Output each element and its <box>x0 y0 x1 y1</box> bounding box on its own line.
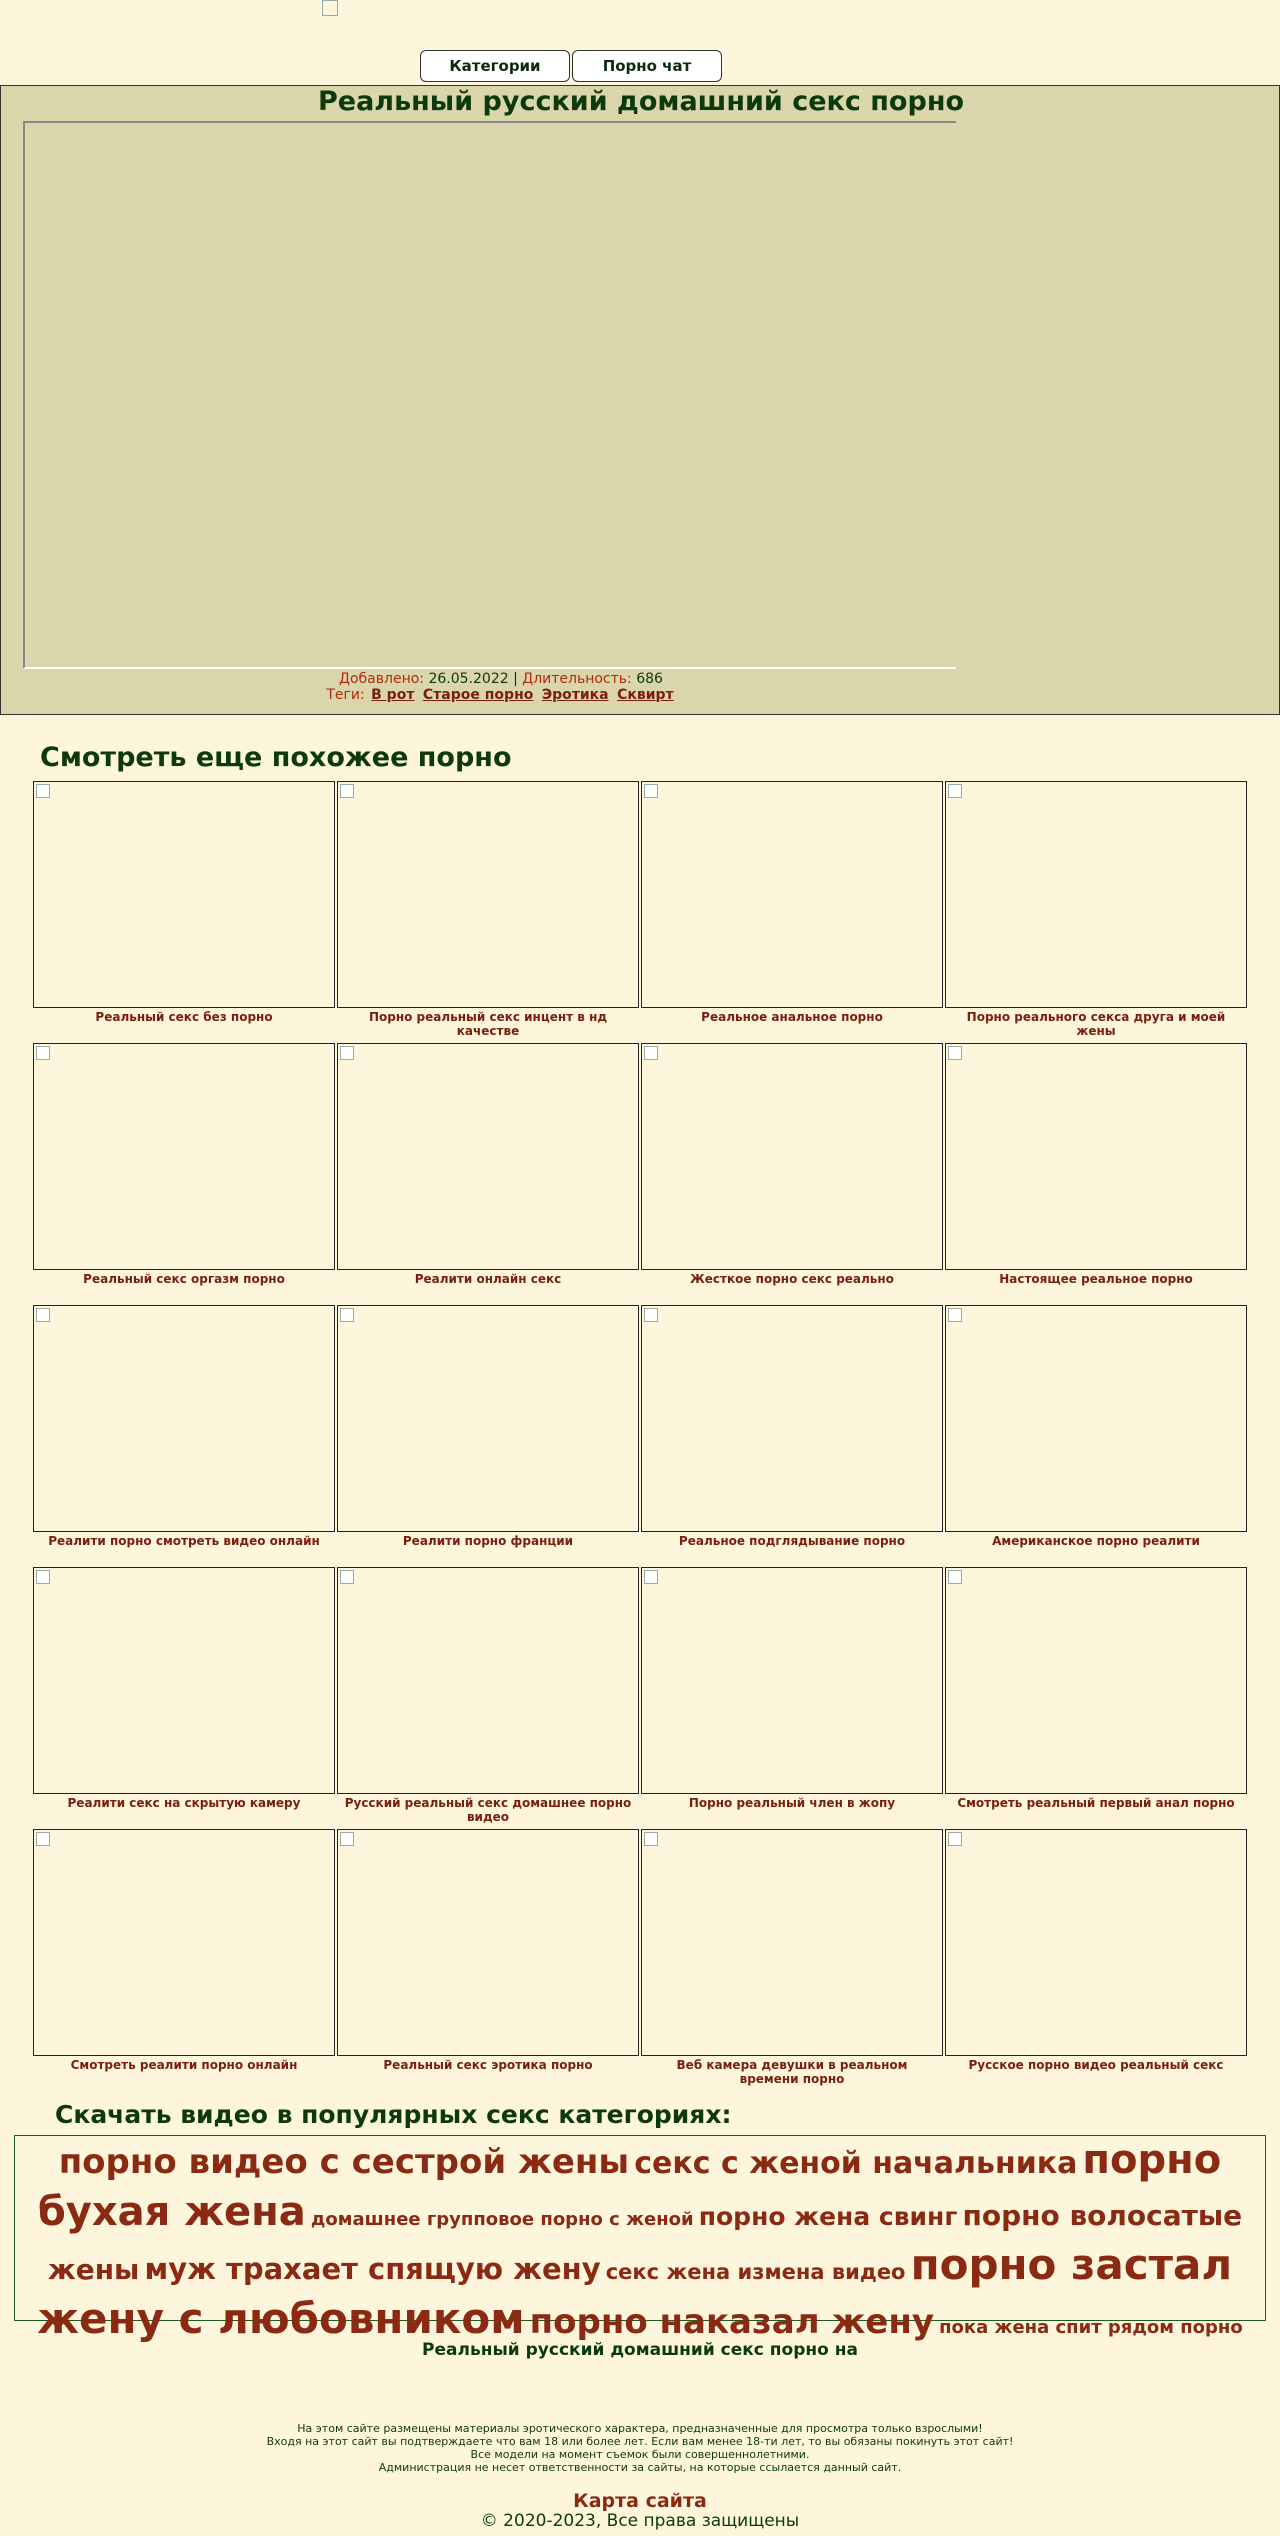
broken-image-icon <box>340 784 354 798</box>
porno-chat-button[interactable]: Порно чат <box>572 50 722 82</box>
category-tag-link[interactable]: пока жена спит рядом порно <box>939 2317 1243 2338</box>
video-thumbnail[interactable] <box>337 781 639 1008</box>
video-thumbnail[interactable] <box>337 1043 639 1270</box>
broken-image-icon <box>340 1308 354 1322</box>
broken-image-icon <box>644 784 658 798</box>
video-caption-link[interactable]: Реальный секс оргазм порно <box>39 1272 329 1286</box>
video-caption-link[interactable]: Реалити порно франции <box>343 1534 633 1548</box>
category-tag-link[interactable]: секс с женой начальника <box>634 2146 1077 2181</box>
video-caption-link[interactable]: Порно реальный член в жопу <box>647 1796 937 1810</box>
tag-cloud: порно видео с сестрой жены секс с женой … <box>14 2135 1266 2342</box>
video-thumbnail[interactable] <box>945 1305 1247 1532</box>
category-tag-link[interactable]: порно видео с сестрой жены <box>59 2142 629 2182</box>
video-caption-link[interactable]: Реальный секс эротика порно <box>343 2058 633 2072</box>
duration-label: Длительность: <box>522 671 632 687</box>
disclaimer-line: Входя на этот сайт вы подтверждаете что … <box>266 2435 1014 2448</box>
category-tag-link[interactable]: домашнее групповое порно с женой <box>311 2209 694 2230</box>
video-thumbnail[interactable] <box>337 1829 639 2056</box>
video-caption-link[interactable]: Американское порно реалити <box>951 1534 1241 1548</box>
disclaimer-line: На этом сайте размещены материалы эротич… <box>297 2422 983 2435</box>
tag-link[interactable]: В рот <box>371 687 414 703</box>
video-caption-link[interactable]: Реалити секс на скрытую камеру <box>39 1796 329 1810</box>
category-tag-link[interactable]: муж трахает спящую жену <box>144 2252 600 2286</box>
sitemap-link[interactable]: Карта сайта <box>0 2490 1280 2512</box>
broken-image-icon <box>36 1308 50 1322</box>
logo-broken-image-icon[interactable] <box>322 0 338 16</box>
category-tag-link[interactable]: порно наказал жену <box>530 2302 934 2342</box>
broken-image-icon <box>36 1570 50 1584</box>
video-thumbnail[interactable] <box>641 781 943 1008</box>
disclaimer-line: Администрация не несет ответственности з… <box>378 2461 902 2474</box>
video-thumbnail[interactable] <box>337 1567 639 1794</box>
tag-link[interactable]: Сквирт <box>617 687 674 703</box>
video-caption-link[interactable]: Реальный секс без порно <box>39 1010 329 1024</box>
category-tag-link[interactable]: порно жена свинг <box>699 2202 958 2231</box>
tag-link[interactable]: Старое порно <box>423 687 533 703</box>
video-thumbnail[interactable] <box>641 1305 943 1532</box>
video-player-frame[interactable] <box>23 121 956 669</box>
video-thumbnail[interactable] <box>641 1043 943 1270</box>
video-caption-link[interactable]: Смотреть реальный первый анал порно <box>951 1796 1241 1810</box>
video-thumbnail[interactable] <box>945 781 1247 1008</box>
video-caption-link[interactable]: Веб камера девушки в реальном времени по… <box>647 2058 937 2086</box>
broken-image-icon <box>644 1046 658 1060</box>
video-meta: Добавлено: 26.05.2022 | Длительность: 68… <box>1 671 1001 703</box>
disclaimer: На этом сайте размещены материалы эротич… <box>0 2422 1280 2474</box>
video-thumbnail[interactable] <box>337 1305 639 1532</box>
video-caption-link[interactable]: Смотреть реалити порно онлайн <box>39 2058 329 2072</box>
video-thumbnail[interactable] <box>945 1043 1247 1270</box>
video-thumbnail[interactable] <box>33 1829 335 2056</box>
broken-image-icon <box>948 1832 962 1846</box>
video-thumbnail[interactable] <box>945 1829 1247 2056</box>
video-caption-link[interactable]: Реальное анальное порно <box>647 1010 937 1024</box>
video-thumbnail[interactable] <box>33 1043 335 1270</box>
broken-image-icon <box>644 1308 658 1322</box>
video-caption-link[interactable]: Настоящее реальное порно <box>951 1272 1241 1286</box>
broken-image-icon <box>36 784 50 798</box>
disclaimer-line: Все модели на момент съемок были соверше… <box>470 2448 810 2461</box>
video-thumbnail[interactable] <box>33 781 335 1008</box>
broken-image-icon <box>644 1832 658 1846</box>
added-date: 26.05.2022 <box>428 671 509 687</box>
video-thumbnail[interactable] <box>945 1567 1247 1794</box>
broken-image-icon <box>948 1570 962 1584</box>
video-caption-link[interactable]: Реальное подглядывание порно <box>647 1534 937 1548</box>
video-caption-link[interactable]: Порно реальный секс инцент в нд качестве <box>343 1010 633 1038</box>
copyright: © 2020-2023, Все права защищены <box>480 2511 800 2531</box>
video-thumbnail[interactable] <box>33 1305 335 1532</box>
video-caption-link[interactable]: Жесткое порно секс реально <box>647 1272 937 1286</box>
footer-title: Реальный русский домашний секс порно на <box>422 2340 858 2360</box>
categories-heading: Скачать видео в популярных секс категори… <box>55 2100 732 2129</box>
duration-value: 686 <box>636 671 663 687</box>
broken-image-icon <box>644 1570 658 1584</box>
broken-image-icon <box>948 784 962 798</box>
meta-separator: | <box>513 671 518 687</box>
video-caption-link[interactable]: Русский реальный секс домашнее порно вид… <box>343 1796 633 1824</box>
broken-image-icon <box>340 1832 354 1846</box>
tags-label: Теги: <box>326 687 365 703</box>
added-label: Добавлено: <box>339 671 425 687</box>
category-tag-link[interactable]: секс жена измена видео <box>606 2260 906 2284</box>
video-title: Реальный русский домашний секс порно <box>317 86 965 117</box>
broken-image-icon <box>340 1046 354 1060</box>
broken-image-icon <box>948 1046 962 1060</box>
video-caption-link[interactable]: Русское порно видео реальный секс <box>951 2058 1241 2072</box>
video-caption-link[interactable]: Реалити порно смотреть видео онлайн <box>39 1534 329 1548</box>
broken-image-icon <box>340 1570 354 1584</box>
video-caption-link[interactable]: Реалити онлайн секс <box>343 1272 633 1286</box>
video-thumbnail[interactable] <box>33 1567 335 1794</box>
broken-image-icon <box>36 1832 50 1846</box>
categories-button[interactable]: Категории <box>420 50 570 82</box>
video-thumbnail[interactable] <box>641 1567 943 1794</box>
video-caption-link[interactable]: Порно реального секса друга и моей жены <box>951 1010 1241 1038</box>
video-thumbnail[interactable] <box>641 1829 943 2056</box>
video-player-section: Реальный русский домашний секс порно Доб… <box>0 85 1280 715</box>
broken-image-icon <box>36 1046 50 1060</box>
tag-link[interactable]: Эротика <box>542 687 609 703</box>
broken-image-icon <box>948 1308 962 1322</box>
related-heading: Смотреть еще похожее порно <box>40 742 512 773</box>
